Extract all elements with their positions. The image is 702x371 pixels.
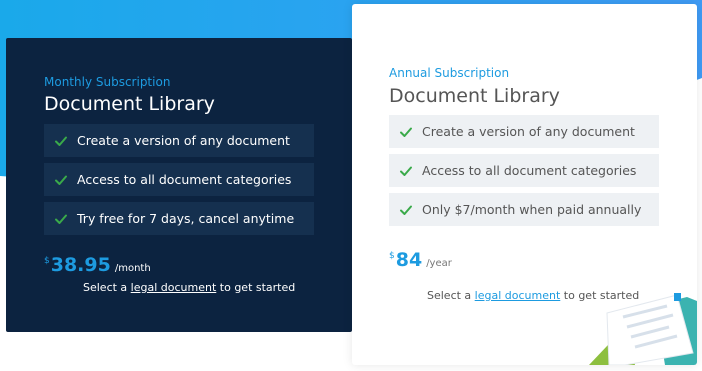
check-icon	[55, 136, 67, 146]
monthly-subscription-card: Monthly Subscription Document Library Cr…	[6, 38, 352, 332]
price-amount: 84	[395, 249, 423, 271]
legal-document-link[interactable]: legal document	[131, 281, 217, 294]
cta-text-before: Select a	[427, 289, 475, 302]
price-period: /year	[426, 258, 452, 269]
annual-feature-item: Only $7/month when paid annually	[389, 193, 659, 226]
check-icon	[400, 166, 412, 176]
monthly-feature-item: Create a version of any document	[44, 124, 314, 157]
monthly-feature-label: Create a version of any document	[77, 133, 290, 148]
annual-feature-label: Access to all document categories	[422, 163, 637, 178]
legal-document-link[interactable]: legal document	[475, 289, 561, 302]
check-icon	[55, 175, 67, 185]
monthly-feature-item: Access to all document categories	[44, 163, 314, 196]
annual-feature-label: Create a version of any document	[422, 124, 635, 139]
monthly-price: $ 38.95 /month	[44, 254, 151, 276]
monthly-eyebrow: Monthly Subscription	[44, 75, 171, 89]
cta-text-before: Select a	[83, 281, 131, 294]
annual-eyebrow: Annual Subscription	[389, 66, 510, 80]
annual-feature-label: Only $7/month when paid annually	[422, 202, 642, 217]
monthly-feature-item: Try free for 7 days, cancel anytime	[44, 202, 314, 235]
cta-text-after: to get started	[216, 281, 296, 294]
monthly-feature-label: Try free for 7 days, cancel anytime	[77, 211, 295, 226]
monthly-feature-label: Access to all document categories	[77, 172, 292, 187]
price-currency: $	[44, 256, 50, 266]
check-icon	[400, 127, 412, 137]
annual-feature-item: Access to all document categories	[389, 154, 659, 187]
check-icon	[55, 214, 67, 224]
check-icon	[400, 205, 412, 215]
annual-feature-item: Create a version of any document	[389, 115, 659, 148]
price-period: /month	[114, 263, 151, 274]
annual-subscription-card: Annual Subscription Document Library Cre…	[352, 4, 697, 365]
monthly-cta: Select a legal document to get started	[83, 281, 295, 294]
price-amount: 38.95	[50, 254, 111, 276]
annual-title: Document Library	[389, 85, 560, 107]
price-currency: $	[389, 251, 395, 261]
annual-price: $ 84 /year	[389, 249, 452, 271]
monthly-title: Document Library	[44, 93, 215, 115]
document-illustration	[589, 293, 697, 365]
